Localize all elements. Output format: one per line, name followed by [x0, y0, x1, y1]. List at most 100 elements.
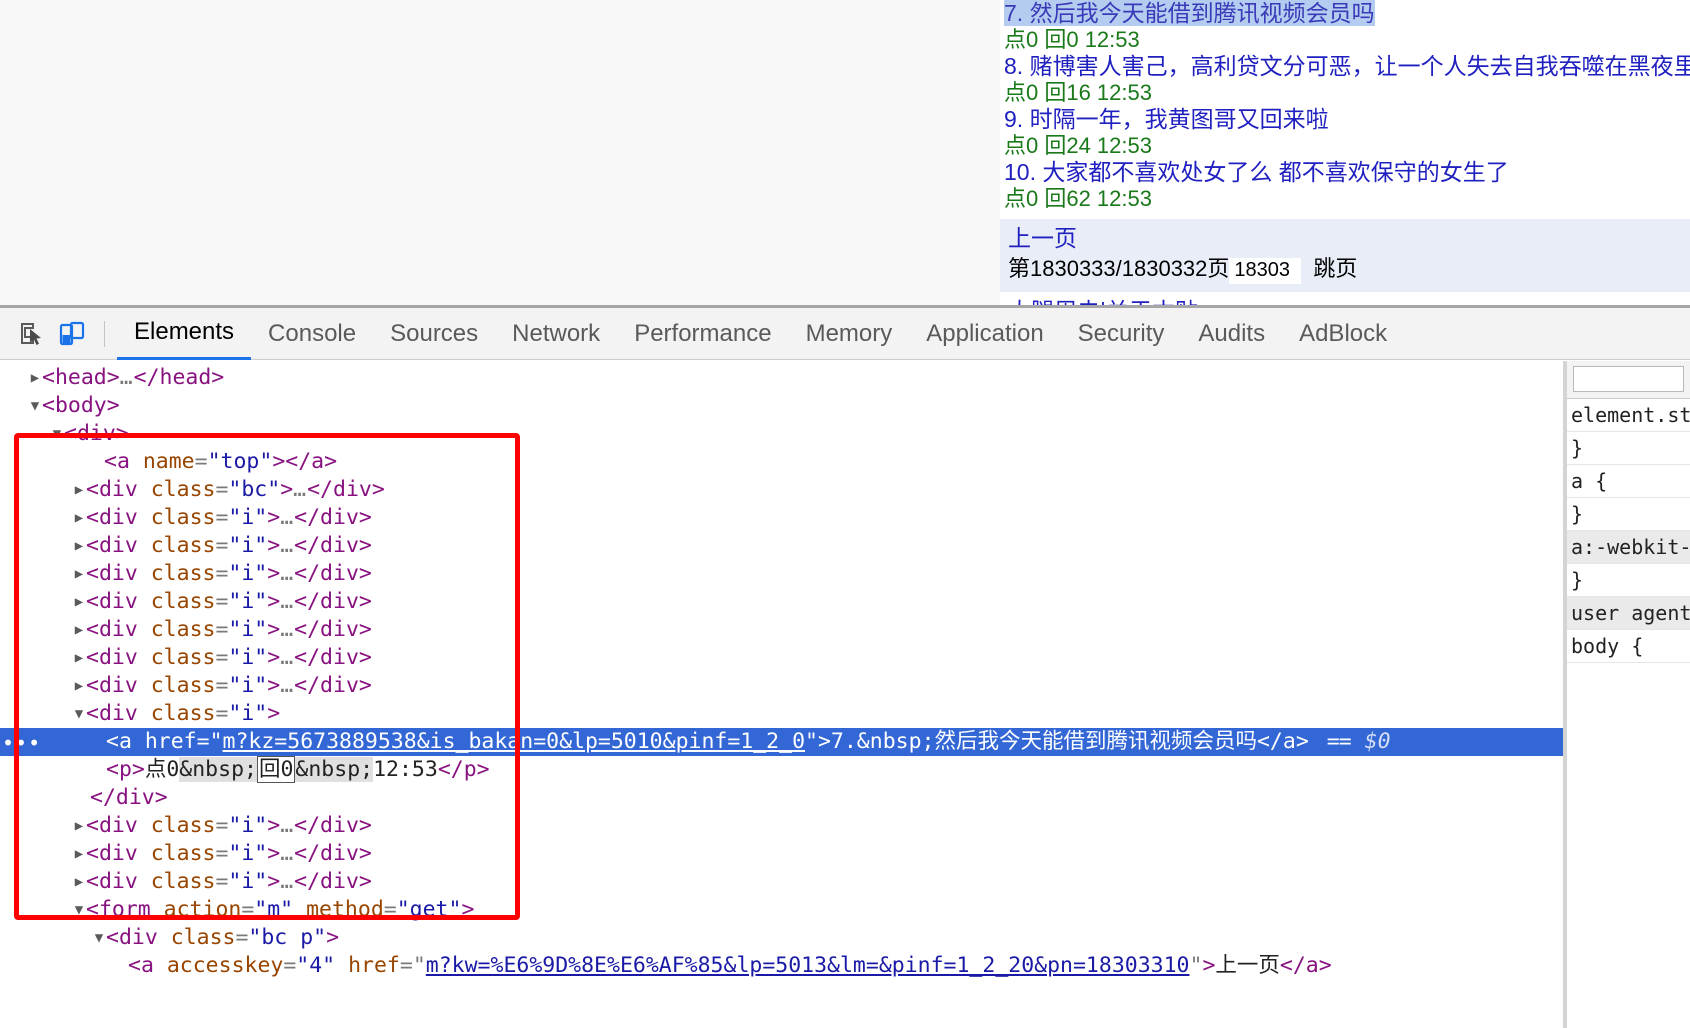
style-rule[interactable]: } [1567, 564, 1690, 597]
expand-arrow-icon[interactable]: ▶ [72, 812, 86, 840]
style-rule[interactable]: } [1567, 498, 1690, 531]
href-value[interactable]: m?kz=5673889538&is_bakan=0&lp=5010&pinf=… [223, 729, 805, 754]
href-value[interactable]: m?kw=%E6%9D%8E%E6%AF%85&lp=5013&lm=&pinf… [426, 953, 1190, 978]
dom-row-div-i[interactable]: ▶ <div class="i">…</div> [0, 588, 1563, 616]
style-rule[interactable]: } [1567, 432, 1690, 465]
expand-arrow-icon[interactable]: ▶ [72, 644, 86, 672]
dom-row-body[interactable]: ▼ <body> [0, 392, 1563, 420]
dom-row-div-i[interactable]: ▶ <div class="i">…</div> [0, 868, 1563, 896]
style-rule[interactable]: body { [1567, 630, 1690, 663]
tab-memory[interactable]: Memory [789, 308, 910, 360]
dom-row-prev-anchor[interactable]: <a accesskey="4" href="m?kw=%E6%9D%8E%E6… [0, 952, 1563, 980]
tab-adblock[interactable]: AdBlock [1282, 308, 1404, 360]
tab-security[interactable]: Security [1061, 308, 1182, 360]
tab-audits[interactable]: Audits [1181, 308, 1282, 360]
list-item[interactable]: 8. 赌博害人害己，高利贷文分可恶，让一个人失去自我吞噬在黑夜里无 [1000, 53, 1690, 80]
go-page-button[interactable]: 跳页 [1313, 256, 1357, 281]
collapse-arrow-icon[interactable]: ▼ [28, 392, 42, 420]
dom-row-selected-anchor[interactable]: ••• <a href="m?kz=5673889538&is_bakan=0&l… [0, 728, 1563, 756]
expand-arrow-icon[interactable]: ▶ [72, 532, 86, 560]
tab-application[interactable]: Application [909, 308, 1060, 360]
collapse-arrow-icon[interactable]: ▼ [72, 700, 86, 728]
tag-gt: > [267, 561, 281, 586]
expand-arrow-icon[interactable]: ▶ [72, 672, 86, 700]
dom-row-div-i-expanded[interactable]: ▼ <div class="i"> [0, 700, 1563, 728]
dom-row-div-i[interactable]: ▶ <div class="i">…</div> [0, 672, 1563, 700]
tab-network[interactable]: Network [495, 308, 617, 360]
expand-arrow-icon[interactable]: ▶ [72, 476, 86, 504]
tab-console[interactable]: Console [251, 308, 373, 360]
tag-gt: > [267, 841, 281, 866]
post-title-link[interactable]: 10. 大家都不喜欢处女了么 都不喜欢保守的女生了 [1004, 159, 1509, 185]
dom-row-div-i[interactable]: ▶ <div class="i">…</div> [0, 532, 1563, 560]
tab-performance[interactable]: Performance [617, 308, 788, 360]
more-options-icon[interactable]: ••• [2, 729, 41, 757]
page-number-input[interactable]: 18303 [1229, 258, 1302, 285]
collapse-arrow-icon[interactable]: ▼ [72, 896, 86, 924]
collapse-arrow-icon[interactable]: ▼ [92, 924, 106, 952]
styles-toolbar [1567, 361, 1690, 399]
attr-name: method [306, 897, 384, 922]
dom-row-anchor-top[interactable]: ▶<a name="top"></a> [0, 448, 1563, 476]
collapse-arrow-icon[interactable]: ▼ [50, 420, 64, 448]
style-rule[interactable]: user agent [1567, 597, 1690, 630]
attr-name: class [150, 561, 216, 586]
equals: = [399, 953, 413, 978]
dom-row-p[interactable]: <p>点0&nbsp;回0&nbsp;12:53</p> [0, 756, 1563, 784]
collapsed-ellipsis: … [280, 673, 295, 698]
style-rule[interactable]: a { [1567, 465, 1690, 498]
tag-close: </div> [294, 813, 372, 838]
node-text: 上一页 [1215, 953, 1280, 978]
nbsp-entity: &nbsp; [179, 757, 257, 782]
attr-value: "bc" [228, 477, 281, 502]
style-rule[interactable]: a:-webkit-any-link [1567, 531, 1690, 564]
style-rule[interactable]: element.style { [1567, 399, 1690, 432]
dom-row-div-i[interactable]: ▶ <div class="i">…</div> [0, 616, 1563, 644]
dom-row-div-i[interactable]: ▶ <div class="i">…</div> [0, 812, 1563, 840]
expand-arrow-icon[interactable]: ▶ [72, 840, 86, 868]
tag-open: <div [86, 533, 151, 558]
dom-row-form[interactable]: ▼ <form action="m" method="get"> [0, 896, 1563, 924]
dom-row-div-i[interactable]: ▶ <div class="i">…</div> [0, 504, 1563, 532]
tab-sources[interactable]: Sources [373, 308, 495, 360]
tag-gt: > [280, 477, 294, 502]
dom-row-head[interactable]: ▶ <head>…</head> [0, 364, 1563, 392]
equals-equals: == [1326, 729, 1352, 754]
footer-link[interactable]: 大腿周击|关于本贴 [1000, 292, 1690, 305]
styles-rule-list: element.style {}a {}a:-webkit-any-link}u… [1567, 399, 1690, 663]
prev-page-link[interactable]: 上一页 [1008, 225, 1682, 252]
expand-arrow-icon[interactable]: ▶ [72, 504, 86, 532]
inspect-cursor-icon[interactable] [12, 314, 52, 354]
post-title-link[interactable]: 8. 赌博害人害己，高利贷文分可恶，让一个人失去自我吞噬在黑夜里无 [1004, 53, 1690, 79]
equals: = [215, 505, 229, 530]
dom-row-div-i[interactable]: ▶ <div class="i">…</div> [0, 560, 1563, 588]
list-item[interactable]: 10. 大家都不喜欢处女了么 都不喜欢保守的女生了 [1000, 159, 1690, 186]
expand-arrow-icon[interactable]: ▶ [72, 560, 86, 588]
dom-row-div-i[interactable]: ▶ <div class="i">…</div> [0, 644, 1563, 672]
expand-arrow-icon[interactable]: ▶ [72, 616, 86, 644]
expand-arrow-icon[interactable]: ▶ [72, 588, 86, 616]
post-title-link[interactable]: 9. 时隔一年，我黄图哥又回来啦 [1004, 106, 1329, 132]
post-title-link[interactable]: 7. 然后我今天能借到腾讯视频会员吗 [1004, 0, 1375, 26]
attr-value: "i" [228, 841, 268, 866]
dom-row-div-close[interactable]: </div> [0, 784, 1563, 812]
dom-row-div-bc-p[interactable]: ▼ <div class="bc p"> [0, 924, 1563, 952]
page-content: 7. 然后我今天能借到腾讯视频会员吗 点0 回0 12:53 8. 赌博害人害己… [1000, 0, 1690, 305]
attr-name: class [150, 505, 216, 530]
styles-pane: element.style {}a {}a:-webkit-any-link}u… [1567, 361, 1690, 1028]
dom-tree[interactable]: ▶<head>…</head> ▼<body> ▼<div> ▶<a name=… [0, 361, 1563, 1028]
dom-row-div-bc[interactable]: ▶ <div class="bc">…</div> [0, 476, 1563, 504]
list-item[interactable]: 9. 时隔一年，我黄图哥又回来啦 [1000, 106, 1690, 133]
tab-elements[interactable]: Elements [117, 308, 252, 360]
list-item[interactable]: 7. 然后我今天能借到腾讯视频会员吗 [1000, 0, 1690, 27]
equals: = [215, 701, 229, 726]
expand-arrow-icon[interactable]: ▶ [72, 868, 86, 896]
dom-row-div-i[interactable]: ▶ <div class="i">…</div> [0, 840, 1563, 868]
dom-row-div[interactable]: ▼ <div> [0, 420, 1563, 448]
styles-filter-input[interactable] [1573, 366, 1684, 392]
equals: = [215, 617, 229, 642]
expand-arrow-icon[interactable]: ▶ [28, 364, 42, 392]
attr-value: "i" [228, 561, 268, 586]
device-toolbar-icon[interactable] [52, 314, 92, 354]
